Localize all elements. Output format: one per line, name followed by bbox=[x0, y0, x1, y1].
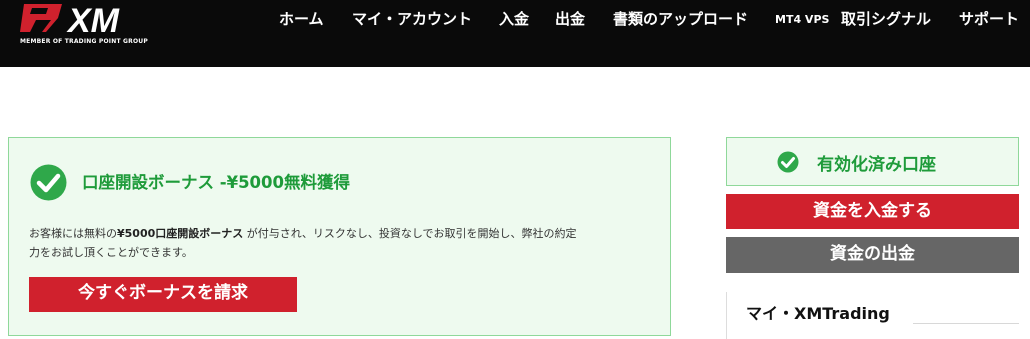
check-circle-icon bbox=[30, 164, 67, 201]
nav-item-my-account[interactable]: マイ・アカウント bbox=[352, 9, 472, 29]
bonus-amount-highlight: ¥5000口座開設ボーナス bbox=[117, 227, 244, 240]
logo-wordmark: XM bbox=[66, 2, 120, 40]
nav-item-home[interactable]: ホーム bbox=[279, 9, 324, 29]
verified-account-badge: 有効化済み口座 bbox=[726, 137, 1019, 186]
nav-item-document-upload[interactable]: 書類のアップロード bbox=[613, 9, 748, 29]
claim-bonus-button[interactable]: 今すぐボーナスを請求 bbox=[29, 277, 297, 312]
my-account-title: マイ・XMTrading bbox=[746, 304, 890, 323]
top-navigation-bar: XM MEMBER OF TRADING POINT GROUP ホーム マイ・… bbox=[0, 0, 1030, 67]
withdraw-funds-button[interactable]: 資金の出金 bbox=[726, 237, 1019, 273]
signup-bonus-panel: 口座開設ボーナス -¥5000無料獲得 お客様には無料の¥5000口座開設ボーナ… bbox=[8, 137, 671, 336]
deposit-funds-button[interactable]: 資金を入金する bbox=[726, 194, 1019, 229]
nav-item-deposit[interactable]: 入金 bbox=[499, 9, 529, 29]
check-circle-icon bbox=[777, 151, 799, 173]
bonus-title: 口座開設ボーナス -¥5000無料獲得 bbox=[82, 173, 350, 192]
nav-item-withdrawal[interactable]: 出金 bbox=[555, 9, 585, 29]
nav-item-mt4-vps[interactable]: MT4 VPS bbox=[775, 10, 829, 30]
bonus-description-line2: 力をお試し頂くことができます。 bbox=[29, 246, 193, 259]
bonus-description: お客様には無料の¥5000口座開設ボーナス が付与され、リスクなし、投資なしでお… bbox=[29, 227, 577, 240]
logo-tagline: MEMBER OF TRADING POINT GROUP bbox=[20, 38, 148, 45]
verified-account-label: 有効化済み口座 bbox=[817, 155, 936, 175]
divider bbox=[913, 323, 1019, 324]
nav-item-support[interactable]: サポート bbox=[959, 9, 1019, 29]
nav-item-trading-signals[interactable]: 取引シグナル bbox=[841, 9, 931, 29]
